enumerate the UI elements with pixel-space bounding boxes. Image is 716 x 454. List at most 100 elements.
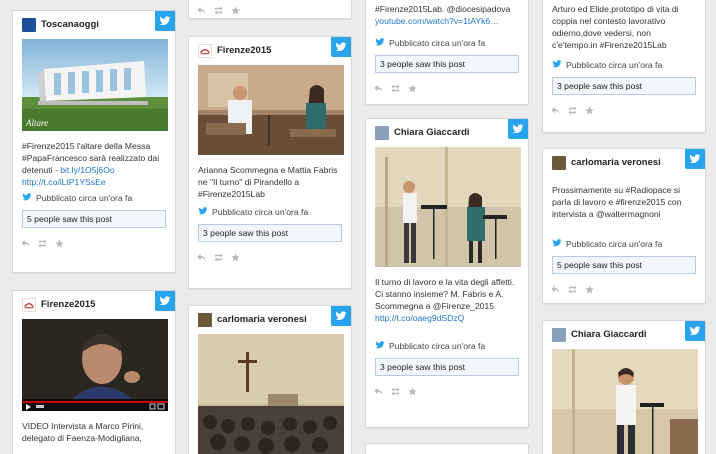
post-text: VIDEO Intervista a Marco Pirini, delegat… (22, 421, 144, 443)
view-count: 3 people saw this post (198, 224, 342, 242)
post-text: Arturo ed Elide,prototipo di vita di cop… (552, 4, 679, 50)
twitter-icon[interactable] (155, 291, 175, 311)
twitter-icon[interactable] (331, 306, 351, 326)
author-avatar[interactable] (22, 18, 36, 32)
post-link[interactable]: http://t.co/iLtP1YSsEe (22, 177, 106, 187)
author-name[interactable]: carlomaria veronesi (217, 314, 307, 325)
post-time: Pubblicato circa un'ora fa (36, 193, 133, 203)
author-avatar[interactable] (22, 298, 36, 312)
post-card-partial-arturo[interactable]: Arturo ed Elide,prototipo di vita di cop… (542, 0, 706, 133)
post-link[interactable]: http://t.co/oaeg9dSDzQ (375, 313, 464, 323)
author-name[interactable]: Chiara Giaccardi (571, 329, 647, 340)
reply-icon[interactable] (551, 285, 560, 294)
reply-icon[interactable] (197, 253, 206, 262)
view-count: 5 people saw this post (552, 256, 696, 274)
post-actions (366, 383, 528, 399)
author-avatar[interactable] (198, 313, 212, 327)
post-time: Pubblicato circa un'ora fa (389, 341, 486, 351)
retweet-icon[interactable] (38, 238, 47, 248)
post-time: Pubblicato circa un'ora fa (389, 38, 486, 48)
post-image[interactable] (198, 65, 344, 155)
retweet-icon[interactable] (214, 5, 223, 15)
reply-icon[interactable] (197, 6, 206, 15)
post-meta: Pubblicato circa un'ora fa (366, 339, 528, 353)
author-avatar[interactable] (552, 328, 566, 342)
view-count: 5 people saw this post (22, 210, 166, 228)
post-image[interactable]: Altare (22, 39, 168, 131)
retweet-icon[interactable] (391, 83, 400, 93)
twitter-icon[interactable] (155, 11, 175, 31)
author-avatar[interactable] (552, 156, 566, 170)
post-card-firenze2015-video[interactable]: Firenze2015 VIDEO Intervista a Marco Pir… (12, 290, 176, 454)
author-name[interactable]: Firenze2015 (41, 299, 95, 310)
reply-icon[interactable] (374, 387, 383, 396)
view-count: 3 people saw this post (375, 55, 519, 73)
post-card-partial[interactable] (188, 0, 352, 19)
post-card-firenze2015-lab[interactable]: Firenze2015 Arianna Scommegna e Mattia F… (188, 36, 352, 289)
favorite-icon[interactable] (55, 238, 64, 248)
post-actions (189, 249, 351, 265)
post-card-carlomaria-veronesi[interactable]: carlomaria veronesi (188, 305, 352, 454)
post-actions (189, 2, 351, 18)
post-card-chiara-giaccardi-2[interactable]: Chiara Giaccardi (542, 320, 706, 454)
author-avatar[interactable] (375, 126, 389, 140)
post-time: Pubblicato circa un'ora fa (566, 60, 663, 70)
retweet-icon[interactable] (214, 252, 223, 262)
post-link[interactable]: bit.ly/1O5j6Oo (60, 165, 114, 175)
view-count: 3 people saw this post (552, 77, 696, 95)
post-actions (543, 102, 705, 118)
post-meta: Pubblicato circa un'ora fa (189, 205, 351, 219)
post-card-carlomaria-veronesi-radio[interactable]: carlomaria veronesi Prossimamente su #Ra… (542, 148, 706, 304)
post-time: Pubblicato circa un'ora fa (212, 207, 309, 217)
view-count: 3 people saw this post (375, 358, 519, 376)
favorite-icon[interactable] (231, 252, 240, 262)
post-meta: Pubblicato circa un'ora fa (543, 58, 705, 72)
reply-icon[interactable] (374, 84, 383, 93)
post-meta: Pubblicato circa un'ora fa (13, 191, 175, 205)
post-text: #Firenze2015Lab. @diocesipadova youtube.… (375, 4, 511, 26)
post-card-toscanaoggi[interactable]: Toscanaoggi Altare #Firenze2015 l'altare… (12, 10, 176, 273)
twitter-icon[interactable] (508, 119, 528, 139)
favorite-icon[interactable] (231, 5, 240, 15)
post-image[interactable] (198, 334, 344, 454)
post-text: Prossimamente su #Radiopace si parla di … (552, 185, 682, 219)
twitter-bird-icon (375, 340, 385, 350)
author-name[interactable]: Toscanaoggi (41, 19, 99, 30)
favorite-icon[interactable] (408, 386, 417, 396)
post-card-partial-youtube[interactable]: #Firenze2015Lab. @diocesipadova youtube.… (365, 0, 529, 105)
post-meta: Pubblicato circa un'ora fa (543, 237, 705, 251)
twitter-icon[interactable] (331, 37, 351, 57)
twitter-bird-icon (552, 238, 562, 248)
twitter-bird-icon (375, 37, 385, 47)
post-image[interactable] (552, 349, 698, 454)
post-actions (543, 281, 705, 297)
favorite-icon[interactable] (585, 105, 594, 115)
reply-icon[interactable] (551, 106, 560, 115)
twitter-bird-icon (552, 59, 562, 69)
post-meta: Pubblicato circa un'ora fa (366, 36, 528, 50)
twitter-icon[interactable] (685, 149, 705, 169)
post-actions (366, 80, 528, 96)
twitter-bird-icon (22, 192, 32, 202)
retweet-icon[interactable] (568, 105, 577, 115)
video-player[interactable] (22, 319, 168, 411)
retweet-icon[interactable] (391, 386, 400, 396)
author-name[interactable]: Firenze2015 (217, 45, 271, 56)
author-avatar[interactable] (198, 44, 212, 58)
reply-icon[interactable] (21, 239, 30, 248)
twitter-bird-icon (198, 206, 208, 216)
post-card-chiara-giaccardi[interactable]: Chiara Giaccardi Il turno di lavoro e la… (365, 118, 529, 428)
post-image[interactable] (375, 147, 521, 267)
author-name[interactable]: carlomaria veronesi (571, 157, 661, 168)
image-caption: Altare (26, 118, 49, 128)
favorite-icon[interactable] (408, 83, 417, 93)
post-text: Il turno di lavoro e la vita degli affet… (375, 277, 515, 323)
post-text: #Firenze2015 l'altare della Messa #PapaF… (22, 141, 160, 187)
favorite-icon[interactable] (585, 284, 594, 294)
post-actions (13, 235, 175, 251)
author-name[interactable]: Chiara Giaccardi (394, 127, 470, 138)
retweet-icon[interactable] (568, 284, 577, 294)
twitter-icon[interactable] (685, 321, 705, 341)
post-card-partial[interactable] (365, 443, 529, 454)
post-link[interactable]: youtube.com/watch?v=1tAYk6… (375, 16, 499, 26)
